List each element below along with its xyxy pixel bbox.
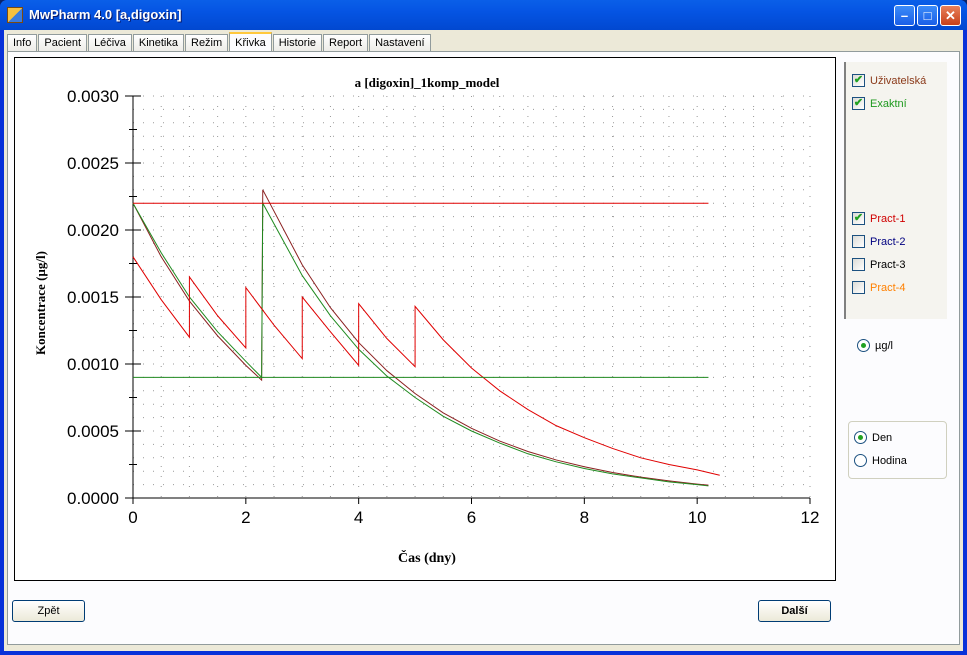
y-tick-label: 0.0005 xyxy=(67,422,119,441)
tab-report[interactable]: Report xyxy=(323,34,369,52)
y-axis-label: Koncentrace (µg/l) xyxy=(33,251,48,355)
chart-title: a [digoxin]_1komp_model xyxy=(355,75,500,90)
x-axis-label: Čas (dny) xyxy=(398,549,456,566)
checkbox-icon xyxy=(852,258,865,271)
x-tick-label: 10 xyxy=(688,508,707,527)
legend-checkbox-pract-1[interactable]: ✔ Pract-1 xyxy=(852,212,905,225)
curve-legend-panel: ✔ Uživatelská ✔ Exaktní ✔ Pract-1 Pract-2 Pract… xyxy=(844,62,947,319)
time-unit-group: Den Hodina xyxy=(848,421,947,479)
legend-checkbox-exaktn-[interactable]: ✔ Exaktní xyxy=(852,97,907,110)
checkbox-icon: ✔ xyxy=(852,212,865,225)
legend-label: Pract-2 xyxy=(870,235,906,248)
legend-label: Pract-1 xyxy=(870,212,906,225)
y-tick-label: 0.0010 xyxy=(67,355,119,374)
series-line-2 xyxy=(132,256,720,476)
unit-radio-ugl[interactable]: µg/l xyxy=(857,339,893,352)
tab-page: a [digoxin]_1komp_model Čas (dny) Koncen… xyxy=(7,51,960,645)
radio-hodina-label: Hodina xyxy=(872,454,907,467)
x-tick-label: 12 xyxy=(801,508,820,527)
legend-checkbox-u-ivatelsk-[interactable]: ✔ Uživatelská xyxy=(852,74,926,87)
tab-strip: Info Pacient Léčiva Kinetika Režim Křivk… xyxy=(7,32,432,53)
radio-den-label: Den xyxy=(872,431,893,444)
back-button[interactable]: Zpět xyxy=(12,600,85,622)
close-button[interactable]: ✕ xyxy=(940,5,961,26)
concentration-chart: a [digoxin]_1komp_model Čas (dny) Koncen… xyxy=(33,75,820,566)
app-window: MwPharm 4.0 [a,digoxin] – □ ✕ Info Pacie… xyxy=(0,0,967,655)
x-tick-label: 0 xyxy=(128,508,137,527)
y-tick-label: 0.0015 xyxy=(67,288,119,307)
tab-info[interactable]: Info xyxy=(7,34,38,52)
checkbox-icon xyxy=(852,281,865,294)
next-button[interactable]: Další xyxy=(758,600,831,622)
series-line-1 xyxy=(132,201,709,487)
minimize-button[interactable]: – xyxy=(894,5,915,26)
series-line-0 xyxy=(132,189,709,486)
tab-leciva[interactable]: Léčiva xyxy=(88,34,132,52)
radio-indicator xyxy=(857,339,870,352)
x-tick-label: 2 xyxy=(241,508,250,527)
x-tick-label: 6 xyxy=(467,508,476,527)
y-tick-label: 0.0030 xyxy=(67,87,119,106)
tab-rezim[interactable]: Režim xyxy=(185,34,229,52)
unit-label: µg/l xyxy=(875,339,893,352)
checkbox-icon: ✔ xyxy=(852,97,865,110)
checkbox-icon xyxy=(852,235,865,248)
maximize-button[interactable]: □ xyxy=(917,5,938,26)
legend-label: Uživatelská xyxy=(870,74,927,87)
y-tick-label: 0.0025 xyxy=(67,154,119,173)
chart-panel: a [digoxin]_1komp_model Čas (dny) Koncen… xyxy=(14,57,836,581)
window-title: MwPharm 4.0 [a,digoxin] xyxy=(29,7,182,22)
y-tick-label: 0.0020 xyxy=(67,221,119,240)
tab-pacient[interactable]: Pacient xyxy=(38,34,88,52)
title-bar[interactable]: MwPharm 4.0 [a,digoxin] – □ ✕ xyxy=(0,0,967,30)
checkbox-icon: ✔ xyxy=(852,74,865,87)
radio-indicator xyxy=(854,454,867,467)
legend-label: Pract-3 xyxy=(870,258,906,271)
legend-label: Exaktní xyxy=(870,97,907,110)
app-icon xyxy=(7,7,23,23)
radio-indicator xyxy=(854,431,867,444)
x-tick-label: 4 xyxy=(354,508,363,527)
tab-kinetika[interactable]: Kinetika xyxy=(132,34,184,52)
radio-hodina[interactable]: Hodina xyxy=(854,454,907,467)
legend-label: Pract-4 xyxy=(870,281,906,294)
legend-checkbox-pract-3[interactable]: Pract-3 xyxy=(852,258,905,271)
y-tick-label: 0.0000 xyxy=(67,489,119,508)
x-tick-label: 8 xyxy=(580,508,589,527)
client-area: Info Pacient Léčiva Kinetika Režim Křivk… xyxy=(4,30,963,651)
legend-checkbox-pract-2[interactable]: Pract-2 xyxy=(852,235,905,248)
radio-den[interactable]: Den xyxy=(854,431,892,444)
tab-krivka[interactable]: Křivka xyxy=(229,32,272,53)
tab-historie[interactable]: Historie xyxy=(272,34,323,52)
tab-nastaveni[interactable]: Nastavení xyxy=(369,34,431,52)
legend-checkbox-pract-4[interactable]: Pract-4 xyxy=(852,281,905,294)
